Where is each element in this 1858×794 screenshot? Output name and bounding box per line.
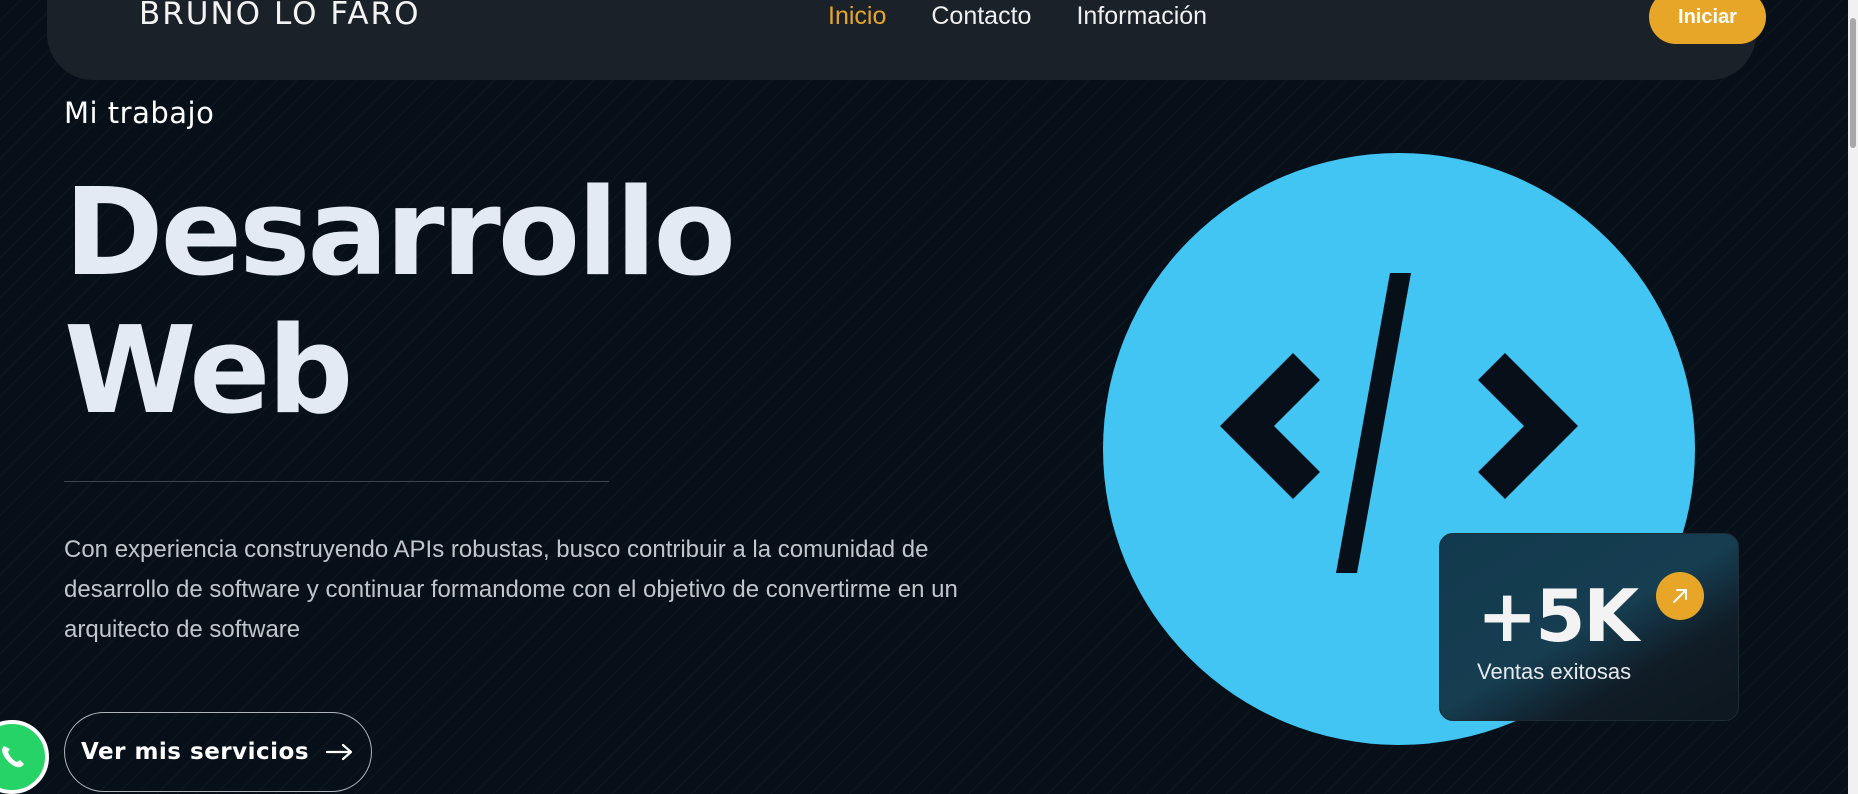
stat-label: Ventas exitosas [1477,659,1632,684]
section-subtitle: Mi trabajo [64,96,215,130]
hero-headline: Desarrollo Web [64,164,736,441]
top-navbar: BRUNO LO FARO Inicio Contacto Informació… [47,0,1766,80]
hero-description: Con experiencia construyendo APIs robust… [64,536,958,643]
stat-value: +5K [1477,574,1639,658]
view-services-label: Ver mis servicios [80,739,310,765]
headline-line-2: Web [64,302,353,441]
arrow-up-right-icon[interactable] [1656,572,1704,620]
brand-logo[interactable]: BRUNO LO FARO [139,0,421,32]
divider [64,481,609,482]
whatsapp-icon[interactable] [0,720,49,794]
scrollbar-thumb[interactable] [1850,18,1856,148]
view-services-button[interactable]: Ver mis servicios [64,712,372,792]
stat-card: +5K Ventas exitosas [1439,533,1739,721]
nav-link-informacion[interactable]: Información [1076,2,1207,31]
page-scrollbar[interactable] [1848,0,1858,794]
nav-links: Inicio Contacto Información [828,2,1207,31]
nav-link-contacto[interactable]: Contacto [931,2,1031,31]
start-button[interactable]: Iniciar [1649,0,1766,44]
nav-link-inicio[interactable]: Inicio [828,2,886,31]
phone-glyph [2,746,24,768]
arrow-right-icon [325,743,353,761]
headline-line-1: Desarrollo [64,164,736,303]
arrow-up-right-glyph [1673,589,1687,603]
